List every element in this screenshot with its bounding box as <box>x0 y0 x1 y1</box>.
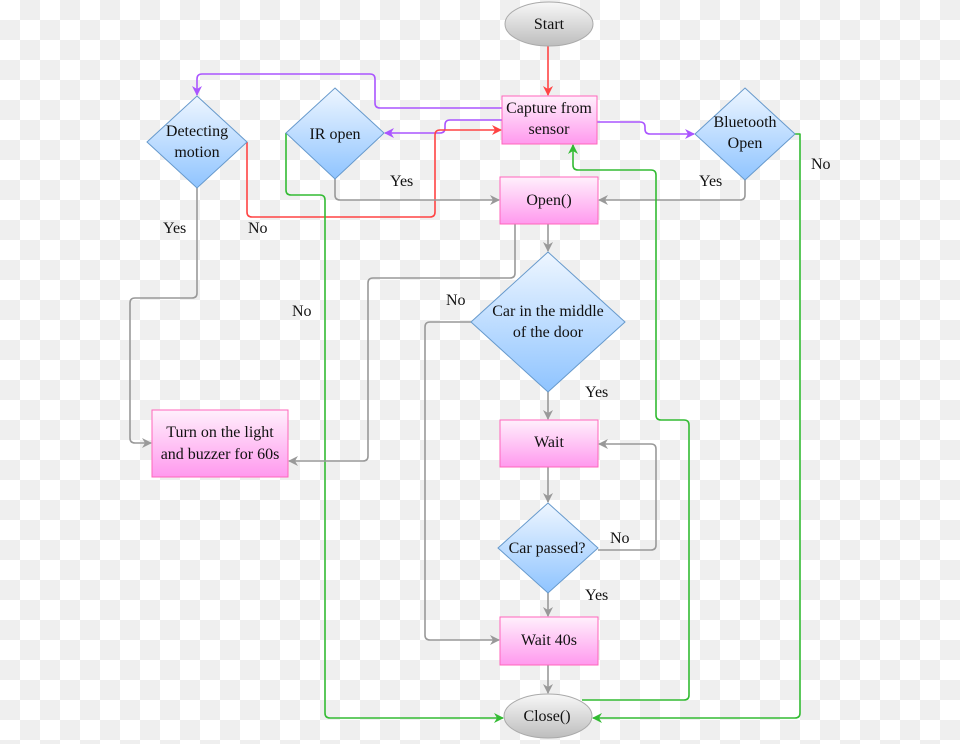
car-middle-label-2: of the door <box>513 324 584 341</box>
edge-ir-no <box>285 133 504 723</box>
wait-process[interactable]: Wait <box>499 419 599 468</box>
close-label: Close() <box>523 708 570 725</box>
edge-bluetooth-yes <box>598 180 746 205</box>
edge-labels: Yes No Yes No Yes No No Yes No Yes <box>163 156 831 604</box>
ir-label: IR open <box>309 126 360 143</box>
wait40-label: Wait 40s <box>521 632 577 649</box>
light-label-2: and buzzer for 60s <box>161 446 280 463</box>
car-middle-no-label: No <box>446 292 466 309</box>
car-passed-decision[interactable]: Car passed? <box>497 502 599 594</box>
nodes: Start Capture from sensor Open() Detecti… <box>146 1 796 739</box>
capture-label-1: Capture from <box>506 100 592 117</box>
car-middle-yes-label: Yes <box>585 384 608 401</box>
car-passed-no-label: No <box>610 530 630 547</box>
wait-label: Wait <box>534 434 564 451</box>
car-middle-label-1: Car in the middle <box>492 303 604 320</box>
edge-bluetooth-no <box>592 133 801 723</box>
flowchart: Start Capture from sensor Open() Detecti… <box>129 1 831 739</box>
edge-carmiddle-no <box>424 321 500 645</box>
car-middle-decision[interactable]: Car in the middle of the door <box>470 251 626 393</box>
open-process[interactable]: Open() <box>499 176 599 225</box>
bluetooth-yes-label: Yes <box>699 173 722 190</box>
start-label: Start <box>534 16 565 33</box>
detecting-label-1: Detecting <box>166 123 228 140</box>
bluetooth-label-2: Open <box>728 135 763 152</box>
edge-capture-bluetooth <box>597 121 695 139</box>
car-passed-yes-label: Yes <box>585 587 608 604</box>
edge-open-light <box>288 224 516 466</box>
ir-no-label: No <box>292 303 312 320</box>
edge-ir-yes <box>334 179 500 205</box>
detecting-no-label: No <box>248 220 268 237</box>
close-terminal[interactable]: Close() <box>503 693 593 739</box>
light-label-1: Turn on the light <box>166 424 274 441</box>
capture-label-2: sensor <box>529 121 571 138</box>
light-buzzer-process[interactable]: Turn on the light and buzzer for 60s <box>151 409 289 478</box>
detecting-motion-decision[interactable]: Detecting motion <box>146 95 248 189</box>
detecting-yes-label: Yes <box>163 220 186 237</box>
bluetooth-no-label: No <box>811 156 831 173</box>
ir-open-decision[interactable]: IR open <box>285 87 385 180</box>
bluetooth-open-decision[interactable]: Bluetooth Open <box>694 87 796 181</box>
wait40-process[interactable]: Wait 40s <box>499 616 599 666</box>
open-label: Open() <box>526 192 571 209</box>
car-passed-label: Car passed? <box>509 540 586 557</box>
ir-yes-label: Yes <box>390 173 413 190</box>
start-terminal[interactable]: Start <box>504 1 594 47</box>
edge-capture-ir <box>384 119 502 138</box>
detecting-label-2: motion <box>174 144 219 161</box>
capture-process[interactable]: Capture from sensor <box>501 95 598 145</box>
bluetooth-label-1: Bluetooth <box>713 114 776 131</box>
